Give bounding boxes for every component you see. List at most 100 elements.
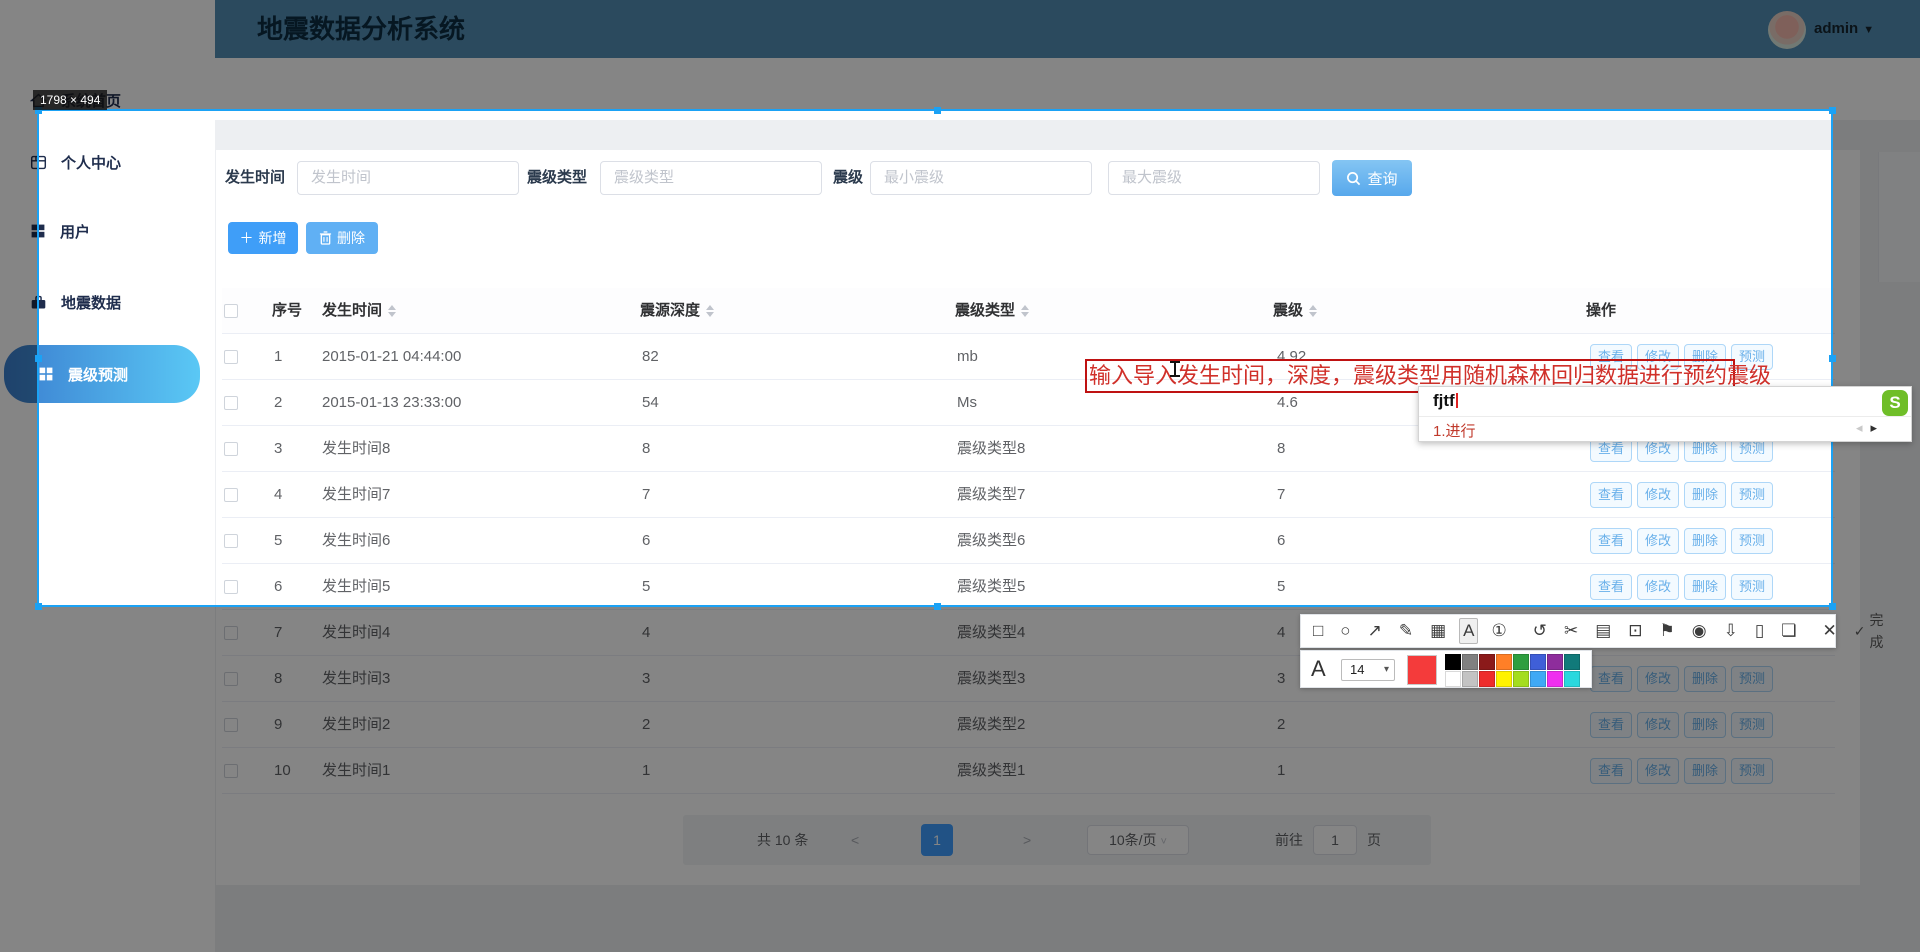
cell-type: 震级类型8: [957, 426, 1025, 472]
palette-color[interactable]: [1513, 654, 1529, 670]
filter-type-label: 震级类型: [527, 161, 587, 195]
cell-depth: 8: [642, 426, 650, 472]
cell-time: 2015-01-21 04:44:00: [322, 334, 461, 380]
table-header: 序号 发生时间 震源深度 震级类型 震级 操作: [222, 288, 1835, 334]
record-icon[interactable]: ◉: [1688, 618, 1711, 644]
selection-resize-handle[interactable]: [35, 603, 42, 610]
bookmark-icon[interactable]: ❏: [1777, 618, 1800, 644]
screenshot-capture-screen: 系统首页个人中心用户地震数据震级预测 地震数据分析系统 admin▼ 首页 震级…: [0, 0, 1920, 952]
ime-popup: fjtf 1.进行2.朝廷3.十里香大酒坊4.韩德5.博时行业轮动 ◂▸ S: [1418, 386, 1912, 442]
save-icon[interactable]: ⇩: [1720, 618, 1742, 644]
palette-color[interactable]: [1530, 671, 1546, 687]
col-header-type[interactable]: 震级类型: [955, 288, 1029, 334]
col-header-index[interactable]: 序号: [272, 288, 302, 334]
palette-color[interactable]: [1496, 671, 1512, 687]
plus-icon: ＋: [240, 228, 254, 248]
cell-type: mb: [957, 334, 978, 380]
cell-depth: 5: [642, 564, 650, 610]
arrow-tool-icon[interactable]: ↗: [1364, 618, 1386, 644]
filter-type-input[interactable]: 震级类型: [600, 161, 822, 195]
filter-magnitude-max-input[interactable]: 最大震级: [1108, 161, 1320, 195]
cell-index: 6: [274, 564, 282, 610]
pin-icon[interactable]: ⚑: [1656, 618, 1679, 644]
palette-color[interactable]: [1547, 671, 1563, 687]
palette-color[interactable]: [1564, 654, 1580, 670]
row-checkbox[interactable]: [224, 534, 238, 548]
cell-time: 发生时间7: [322, 472, 390, 518]
palette-color[interactable]: [1479, 671, 1495, 687]
search-icon: [1346, 171, 1361, 186]
palette-color[interactable]: [1564, 671, 1580, 687]
palette-color[interactable]: [1479, 654, 1495, 670]
palette-color[interactable]: [1530, 654, 1546, 670]
cell-magnitude: 8: [1277, 426, 1285, 472]
cell-depth: 54: [642, 380, 659, 426]
text-tool-icon[interactable]: A: [1459, 618, 1478, 644]
cell-time: 发生时间6: [322, 518, 390, 564]
row-checkbox[interactable]: [224, 350, 238, 364]
to-device-icon[interactable]: ▯: [1751, 618, 1768, 644]
filter-time-input[interactable]: 发生时间: [297, 161, 519, 195]
row-checkbox[interactable]: [224, 442, 238, 456]
done-icon[interactable]: ✓完成: [1850, 607, 1888, 655]
mosaic-tool-icon[interactable]: ▦: [1426, 618, 1450, 644]
selection-resize-handle[interactable]: [934, 603, 941, 610]
palette-color[interactable]: [1547, 654, 1563, 670]
cell-index: 1: [274, 334, 282, 380]
cell-type: Ms: [957, 380, 977, 426]
rect-tool-icon[interactable]: □: [1309, 618, 1327, 644]
translate-icon[interactable]: ▤: [1591, 618, 1615, 644]
font-icon: A: [1311, 656, 1326, 682]
capture-size-label: 1798 × 494: [33, 90, 107, 110]
selection-resize-handle[interactable]: [934, 107, 941, 114]
ellipse-tool-icon[interactable]: ○: [1336, 618, 1354, 644]
dim-overlay-top: [0, 0, 1920, 111]
palette-color[interactable]: [1462, 671, 1478, 687]
current-color-swatch[interactable]: [1407, 655, 1437, 685]
cell-magnitude: 6: [1277, 518, 1285, 564]
col-header-depth[interactable]: 震源深度: [640, 288, 714, 334]
grid-icon: [38, 366, 54, 382]
pencil-tool-icon[interactable]: ✎: [1395, 618, 1417, 644]
delete-button[interactable]: 删除: [306, 222, 378, 254]
palette-color[interactable]: [1445, 671, 1461, 687]
cell-index: 2: [274, 380, 282, 426]
ime-composition: fjtf: [1433, 391, 1458, 411]
selection-resize-handle[interactable]: [1829, 355, 1836, 362]
dim-overlay-left: [0, 111, 39, 607]
palette-color[interactable]: [1462, 654, 1478, 670]
crop-icon[interactable]: ✂: [1560, 618, 1582, 644]
search-button[interactable]: 查询: [1332, 160, 1412, 196]
trash-icon: [319, 231, 332, 245]
row-checkbox[interactable]: [224, 580, 238, 594]
text-cursor: [1169, 361, 1181, 379]
snip-text-options-toolbar: A 14▾: [1300, 650, 1592, 688]
undo-icon[interactable]: ↺: [1529, 618, 1551, 644]
step-number-tool-icon[interactable]: ①: [1487, 618, 1510, 644]
row-checkbox[interactable]: [224, 488, 238, 502]
add-button[interactable]: ＋新增: [228, 222, 298, 254]
palette-color[interactable]: [1445, 654, 1461, 670]
cell-time: 2015-01-13 23:33:00: [322, 380, 461, 426]
ime-prev-page-icon[interactable]: ◂: [1856, 420, 1863, 435]
ocr-icon[interactable]: ⊡: [1624, 618, 1646, 644]
cell-index: 3: [274, 426, 282, 472]
row-checkbox[interactable]: [224, 396, 238, 410]
color-palette: [1445, 654, 1580, 687]
ime-logo: S: [1882, 390, 1908, 416]
palette-color[interactable]: [1513, 671, 1529, 687]
ime-paging: ◂▸: [1856, 420, 1877, 436]
col-header-time[interactable]: 发生时间: [322, 288, 396, 334]
cancel-icon[interactable]: ✕: [1818, 618, 1840, 644]
cell-depth: 7: [642, 472, 650, 518]
select-all-checkbox[interactable]: [224, 304, 238, 318]
cell-depth: 6: [642, 518, 650, 564]
col-header-magnitude[interactable]: 震级: [1273, 288, 1317, 334]
palette-color[interactable]: [1496, 654, 1512, 670]
done-label: 完成: [1869, 609, 1883, 653]
font-size-select[interactable]: 14▾: [1341, 659, 1395, 681]
filter-magnitude-min-input[interactable]: 最小震级: [870, 161, 1092, 195]
selection-resize-handle[interactable]: [35, 355, 42, 362]
selection-resize-handle[interactable]: [1829, 107, 1836, 114]
ime-next-page-icon[interactable]: ▸: [1870, 420, 1877, 435]
